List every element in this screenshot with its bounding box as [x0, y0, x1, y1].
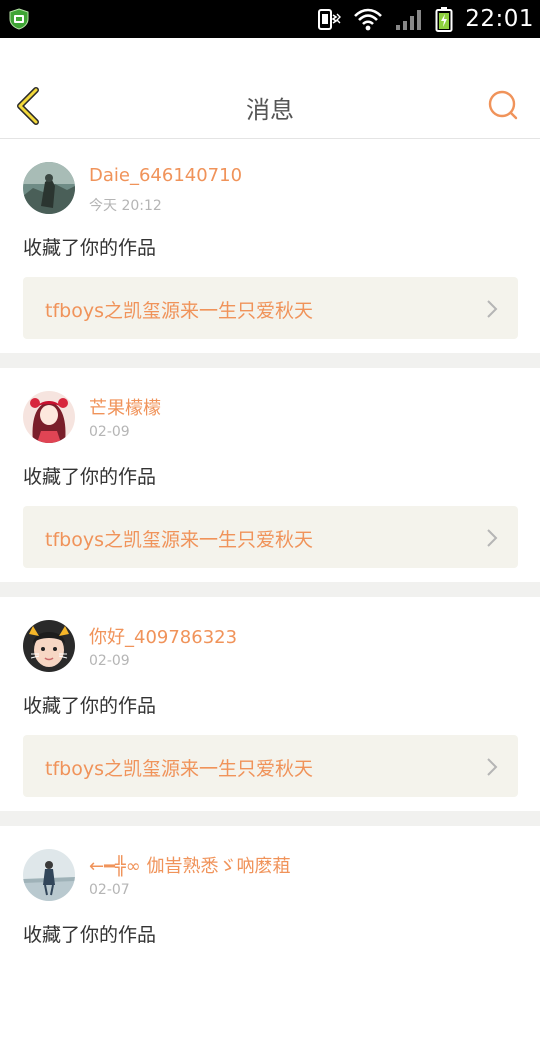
chevron-right-icon: [487, 758, 498, 776]
chevron-right-icon: [487, 529, 498, 547]
avatar[interactable]: [23, 162, 75, 214]
work-title: tfboys之凯玺源来一生只爱秋天: [45, 300, 313, 322]
search-icon: [488, 90, 518, 120]
search-button[interactable]: [486, 88, 520, 122]
work-link[interactable]: tfboys之凯玺源来一生只爱秋天: [23, 735, 518, 797]
timestamp: 今天 20:12: [89, 198, 162, 214]
work-link[interactable]: tfboys之凯玺源来一生只爱秋天: [23, 506, 518, 568]
status-time: 22:01: [465, 6, 534, 32]
username[interactable]: Daie_646140710: [89, 165, 242, 186]
timestamp: 02-09: [89, 424, 130, 440]
battery-charging-icon: [435, 6, 453, 32]
work-title: tfboys之凯玺源来一生只爱秋天: [45, 758, 313, 780]
avatar[interactable]: [23, 620, 75, 672]
message-list: Daie_646140710 今天 20:12 收藏了你的作品 tfboys之凯…: [0, 139, 540, 1040]
phone-vibrate-icon: [317, 7, 342, 31]
timestamp: 02-09: [89, 653, 130, 669]
avatar[interactable]: [23, 849, 75, 901]
message-card: 你好_409786323 02-09 收藏了你的作品 tfboys之凯玺源来一生…: [0, 597, 540, 811]
work-link[interactable]: tfboys之凯玺源来一生只爱秋天: [23, 277, 518, 339]
action-text: 收藏了你的作品: [23, 695, 157, 717]
page-title: 消息: [246, 96, 294, 124]
message-card: Daie_646140710 今天 20:12 收藏了你的作品 tfboys之凯…: [0, 139, 540, 353]
username[interactable]: 你好_409786323: [89, 623, 237, 649]
work-title: tfboys之凯玺源来一生只爱秋天: [45, 529, 313, 551]
chevron-right-icon: [487, 300, 498, 318]
action-text: 收藏了你的作品: [23, 237, 157, 259]
username[interactable]: ←━╬∞ 伽旹熟悉ゞ吶麽蒩: [89, 852, 290, 878]
status-bar: 22:01: [0, 0, 540, 38]
timestamp: 02-07: [89, 882, 130, 898]
action-text: 收藏了你的作品: [23, 924, 157, 946]
action-text: 收藏了你的作品: [23, 466, 157, 488]
signal-icon: [395, 7, 423, 31]
message-card: 芒果檬檬 02-09 收藏了你的作品 tfboys之凯玺源来一生只爱秋天: [0, 368, 540, 582]
avatar[interactable]: [23, 391, 75, 443]
wifi-icon: [353, 7, 383, 31]
app-header: 消息: [0, 38, 540, 139]
username[interactable]: 芒果檬檬: [89, 394, 161, 420]
message-card: ←━╬∞ 伽旹熟悉ゞ吶麽蒩 02-07 收藏了你的作品: [0, 826, 540, 1040]
app-shield-icon: [8, 8, 30, 30]
